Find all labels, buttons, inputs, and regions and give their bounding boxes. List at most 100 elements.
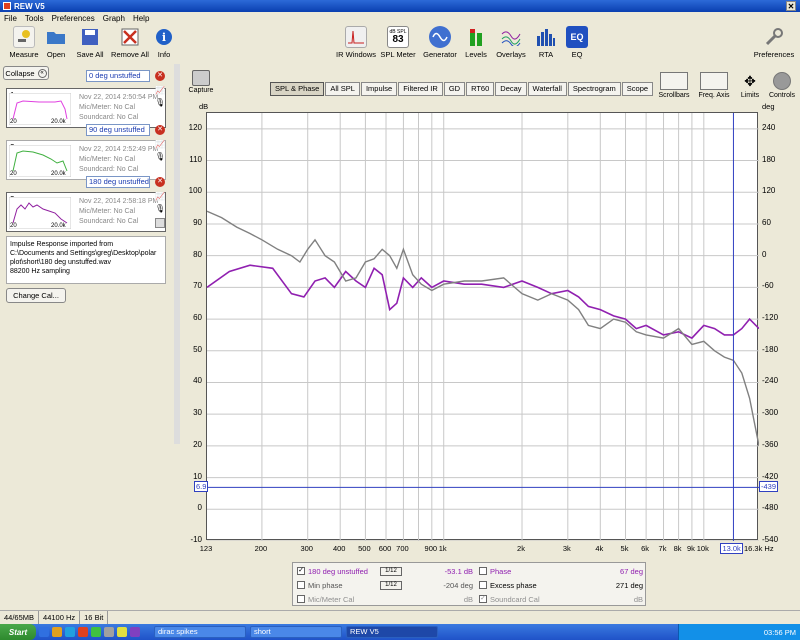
menu-file[interactable]: File — [0, 14, 21, 23]
tab-spl-phase[interactable]: SPL & Phase — [270, 82, 325, 96]
preferences-button[interactable]: Preferences — [748, 26, 800, 59]
measurements-panel: Collapse « 0 deg unstuffed ✕ 1 Nov 22, 2… — [0, 64, 178, 610]
scrollbars-button[interactable]: Scrollbars — [654, 72, 694, 99]
y-right-tick-label: -420 — [762, 471, 779, 481]
delete-icon[interactable]: ✕ — [155, 177, 165, 187]
graph-icon[interactable]: 📈 — [155, 140, 165, 150]
x-tick-label: 2k — [517, 544, 525, 553]
levels-icon — [465, 26, 487, 48]
x-tick-label: 4k — [595, 544, 604, 553]
graph-tabs: SPL & Phase All SPL Impulse Filtered IR … — [270, 82, 654, 96]
menu-preferences[interactable]: Preferences — [48, 14, 99, 23]
sample-rate-status: 44100 Hz — [39, 611, 81, 624]
mic-cal-icon[interactable]: 🎙 — [155, 152, 165, 162]
camera-icon — [192, 70, 210, 86]
legend-checkbox[interactable] — [479, 567, 487, 575]
x-tick-label: 200 — [254, 544, 268, 553]
measurement-1-card[interactable]: 1 Nov 22, 2014 2:50:54 PM Mic/Meter: No … — [6, 88, 166, 128]
title-bar: REW V5 ✕ — [0, 0, 800, 12]
quicklaunch-icon[interactable] — [65, 627, 75, 637]
menu-tools[interactable]: Tools — [21, 14, 48, 23]
legend-checkbox[interactable]: ✓ — [297, 567, 305, 575]
measurement-2-card[interactable]: 2 Nov 22, 2014 2:52:49 PM Mic/Meter: No … — [6, 140, 166, 180]
tab-spectrogram[interactable]: Spectrogram — [567, 82, 621, 96]
x-tick-label: 400 — [332, 544, 346, 553]
cursor-x-label: 13.0k — [720, 543, 743, 554]
window-title: REW V5 — [14, 1, 45, 11]
y-tick-label: 20 — [193, 439, 202, 449]
tab-filtered-ir[interactable]: Filtered IR — [398, 82, 443, 96]
tab-scope[interactable]: Scope — [621, 82, 654, 96]
smoothing-selector[interactable]: 1/12 — [380, 580, 402, 590]
notes-icon[interactable] — [155, 218, 165, 228]
controls-icon — [773, 72, 791, 90]
series-line-measurement — [206, 264, 760, 340]
quicklaunch-icon[interactable] — [52, 627, 62, 637]
measurement-3-card[interactable]: 3 Nov 22, 2014 2:58:18 PM Mic/Meter: No … — [6, 192, 166, 232]
info-button[interactable]: i Info — [140, 26, 188, 59]
quicklaunch-icon[interactable] — [91, 627, 101, 637]
quicklaunch-icon[interactable] — [117, 627, 127, 637]
y-right-tick-label: 60 — [762, 217, 771, 227]
x-tick-label: 300 — [300, 544, 313, 553]
eq-button[interactable]: EQ EQ — [553, 26, 601, 59]
x-tick-label: 500 — [358, 544, 371, 553]
start-button[interactable]: Start — [0, 624, 36, 640]
change-cal-button[interactable]: Change Cal... — [6, 288, 66, 303]
delete-icon[interactable]: ✕ — [155, 125, 165, 135]
legend-checkbox[interactable]: ✓ — [479, 595, 487, 603]
x-tick-label: 1k — [438, 544, 447, 553]
status-bar: 44/65MB 44100 Hz 16 Bit — [0, 610, 800, 624]
measurement-info: Impulse Response imported from C:\Docume… — [6, 236, 166, 284]
task-rew[interactable]: REW V5 — [346, 626, 438, 638]
overlays-icon — [500, 26, 522, 48]
quicklaunch-icon[interactable] — [104, 627, 114, 637]
spl-phase-graph[interactable] — [206, 112, 760, 542]
limits-icon: ✥ — [744, 73, 756, 89]
y-right-tick-label: 120 — [762, 186, 776, 196]
quicklaunch-icon[interactable] — [130, 627, 140, 637]
measurement-1-name[interactable]: 0 deg unstuffed — [86, 70, 150, 82]
taskbar: Start dirac spikes short REW V5 03:56 PM — [0, 624, 800, 640]
freq-axis-button[interactable]: Freq. Axis — [694, 72, 734, 99]
menu-help[interactable]: Help — [129, 14, 153, 23]
quicklaunch-icon[interactable] — [78, 627, 88, 637]
tab-decay[interactable]: Decay — [495, 82, 527, 96]
tab-all-spl[interactable]: All SPL — [325, 82, 360, 96]
y-right-tick-label: 180 — [762, 154, 776, 164]
info-icon: i — [153, 26, 175, 48]
y-tick-label: 0 — [197, 503, 202, 513]
tab-rt60[interactable]: RT60 — [466, 82, 495, 96]
quicklaunch-icon[interactable] — [39, 627, 49, 637]
y-tick-label: 70 — [193, 281, 202, 291]
legend-row-mic-cal: Mic/Meter Cal dB — [297, 592, 473, 606]
delete-icon[interactable]: ✕ — [155, 71, 165, 81]
measurement-2-name[interactable]: 90 deg unstuffed — [86, 124, 150, 136]
tab-gd[interactable]: GD — [443, 82, 466, 96]
graph-icon[interactable]: 📈 — [155, 86, 165, 96]
menu-graph[interactable]: Graph — [99, 14, 129, 23]
task-short[interactable]: short — [250, 626, 342, 638]
capture-button[interactable]: Capture — [186, 70, 216, 94]
spl-meter-button[interactable]: dB SPL 83 SPL Meter — [374, 26, 422, 59]
y-tick-label: -10 — [190, 535, 202, 544]
smoothing-selector[interactable]: 1/12 — [380, 566, 402, 576]
legend-checkbox[interactable] — [479, 581, 487, 589]
legend-checkbox[interactable] — [297, 595, 305, 603]
collapse-button[interactable]: Collapse « — [3, 66, 49, 80]
close-window-button[interactable]: ✕ — [786, 1, 796, 11]
svg-text:i: i — [162, 31, 166, 44]
legend-row-measurement: ✓ 180 deg unstuffed 1/12 -53.1 dB — [297, 566, 473, 576]
mic-cal-icon[interactable]: 🎙 — [155, 204, 165, 214]
legend-checkbox[interactable] — [297, 581, 305, 589]
measurement-3-name[interactable]: 180 deg unstuffed — [86, 176, 150, 188]
x-tick-label: 10k — [696, 544, 709, 553]
ir-windows-button[interactable]: IR Windows — [332, 26, 380, 59]
tab-impulse[interactable]: Impulse — [360, 82, 398, 96]
double-chevron-left-icon: « — [37, 68, 47, 78]
mic-cal-icon[interactable]: 🎙 — [155, 98, 165, 108]
tab-waterfall[interactable]: Waterfall — [527, 82, 567, 96]
task-dirac-spikes[interactable]: dirac spikes — [154, 626, 246, 638]
controls-button[interactable]: Controls — [762, 72, 800, 99]
graph-icon[interactable]: 📈 — [155, 192, 165, 202]
